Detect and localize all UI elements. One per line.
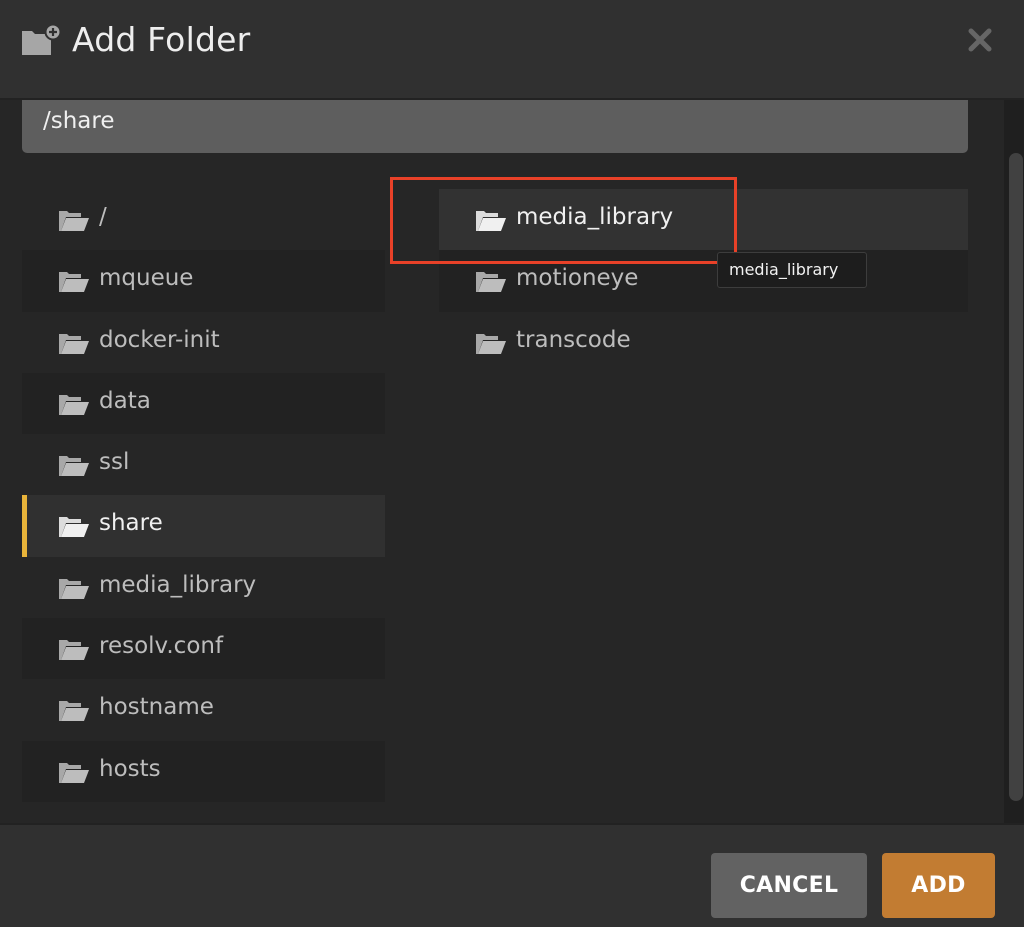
right-folder-list: media_library motioneye transcode xyxy=(439,189,968,373)
dialog-header: Add Folder xyxy=(0,0,1024,100)
folder-item-ssl[interactable]: ssl xyxy=(22,434,385,495)
folder-open-icon xyxy=(59,272,89,293)
scrollbar-thumb[interactable] xyxy=(1009,153,1023,801)
folder-item-data[interactable]: data xyxy=(22,372,385,435)
folder-plus-icon xyxy=(22,23,60,55)
folder-open-icon xyxy=(59,456,89,477)
folder-open-icon xyxy=(476,211,506,231)
folder-label: media_library xyxy=(99,571,257,598)
folder-item-media-library[interactable]: media_library xyxy=(22,557,385,618)
folder-label: media_library xyxy=(516,204,674,230)
left-folder-list: / mqueue docker-init data ssl share medi… xyxy=(22,189,385,802)
folder-label: ssl xyxy=(99,449,130,476)
folder-open-icon xyxy=(59,517,89,538)
dialog-footer: CANCEL ADD xyxy=(0,823,1024,927)
folder-label: motioneye xyxy=(516,265,639,292)
folder-item-root[interactable]: / xyxy=(22,189,385,250)
add-button[interactable]: ADD xyxy=(882,853,995,918)
path-field[interactable]: /share xyxy=(22,100,968,153)
folder-item-hostname[interactable]: hostname xyxy=(22,679,385,740)
folder-label: share xyxy=(99,510,163,537)
folder-open-icon xyxy=(59,640,89,661)
folder-label: resolv.conf xyxy=(99,633,224,660)
folder-open-icon xyxy=(59,211,89,231)
folder-item-share[interactable]: share xyxy=(22,495,385,558)
cancel-button[interactable]: CANCEL xyxy=(711,853,867,918)
folder-open-icon xyxy=(476,333,506,354)
folder-label: hosts xyxy=(99,755,161,782)
folder-item-media-library[interactable]: media_library xyxy=(439,189,968,251)
folder-item-resolv-conf[interactable]: resolv.conf xyxy=(22,618,385,680)
folder-item-motioneye[interactable]: motioneye xyxy=(439,250,968,312)
folder-label: mqueue xyxy=(99,265,194,292)
path-value: /share xyxy=(43,108,115,134)
folder-label: transcode xyxy=(516,326,631,353)
folder-open-icon xyxy=(59,701,89,722)
tooltip: media_library xyxy=(717,252,867,288)
folder-open-icon xyxy=(59,762,89,783)
tooltip-text: media_library xyxy=(729,260,839,279)
dialog-title: Add Folder xyxy=(72,20,251,59)
folder-item-mqueue[interactable]: mqueue xyxy=(22,250,385,312)
folder-item-docker-init[interactable]: docker-init xyxy=(22,312,385,373)
folder-item-hosts[interactable]: hosts xyxy=(22,740,385,802)
folder-label: hostname xyxy=(99,694,214,721)
folder-item-transcode[interactable]: transcode xyxy=(439,312,968,373)
folder-label: data xyxy=(99,387,151,414)
folder-open-icon xyxy=(476,272,506,293)
folder-label: docker-init xyxy=(99,326,220,353)
folder-open-icon xyxy=(59,394,89,415)
folder-open-icon xyxy=(59,333,89,354)
folder-open-icon xyxy=(59,578,89,599)
folder-label: / xyxy=(99,204,107,230)
close-icon[interactable] xyxy=(966,26,994,54)
